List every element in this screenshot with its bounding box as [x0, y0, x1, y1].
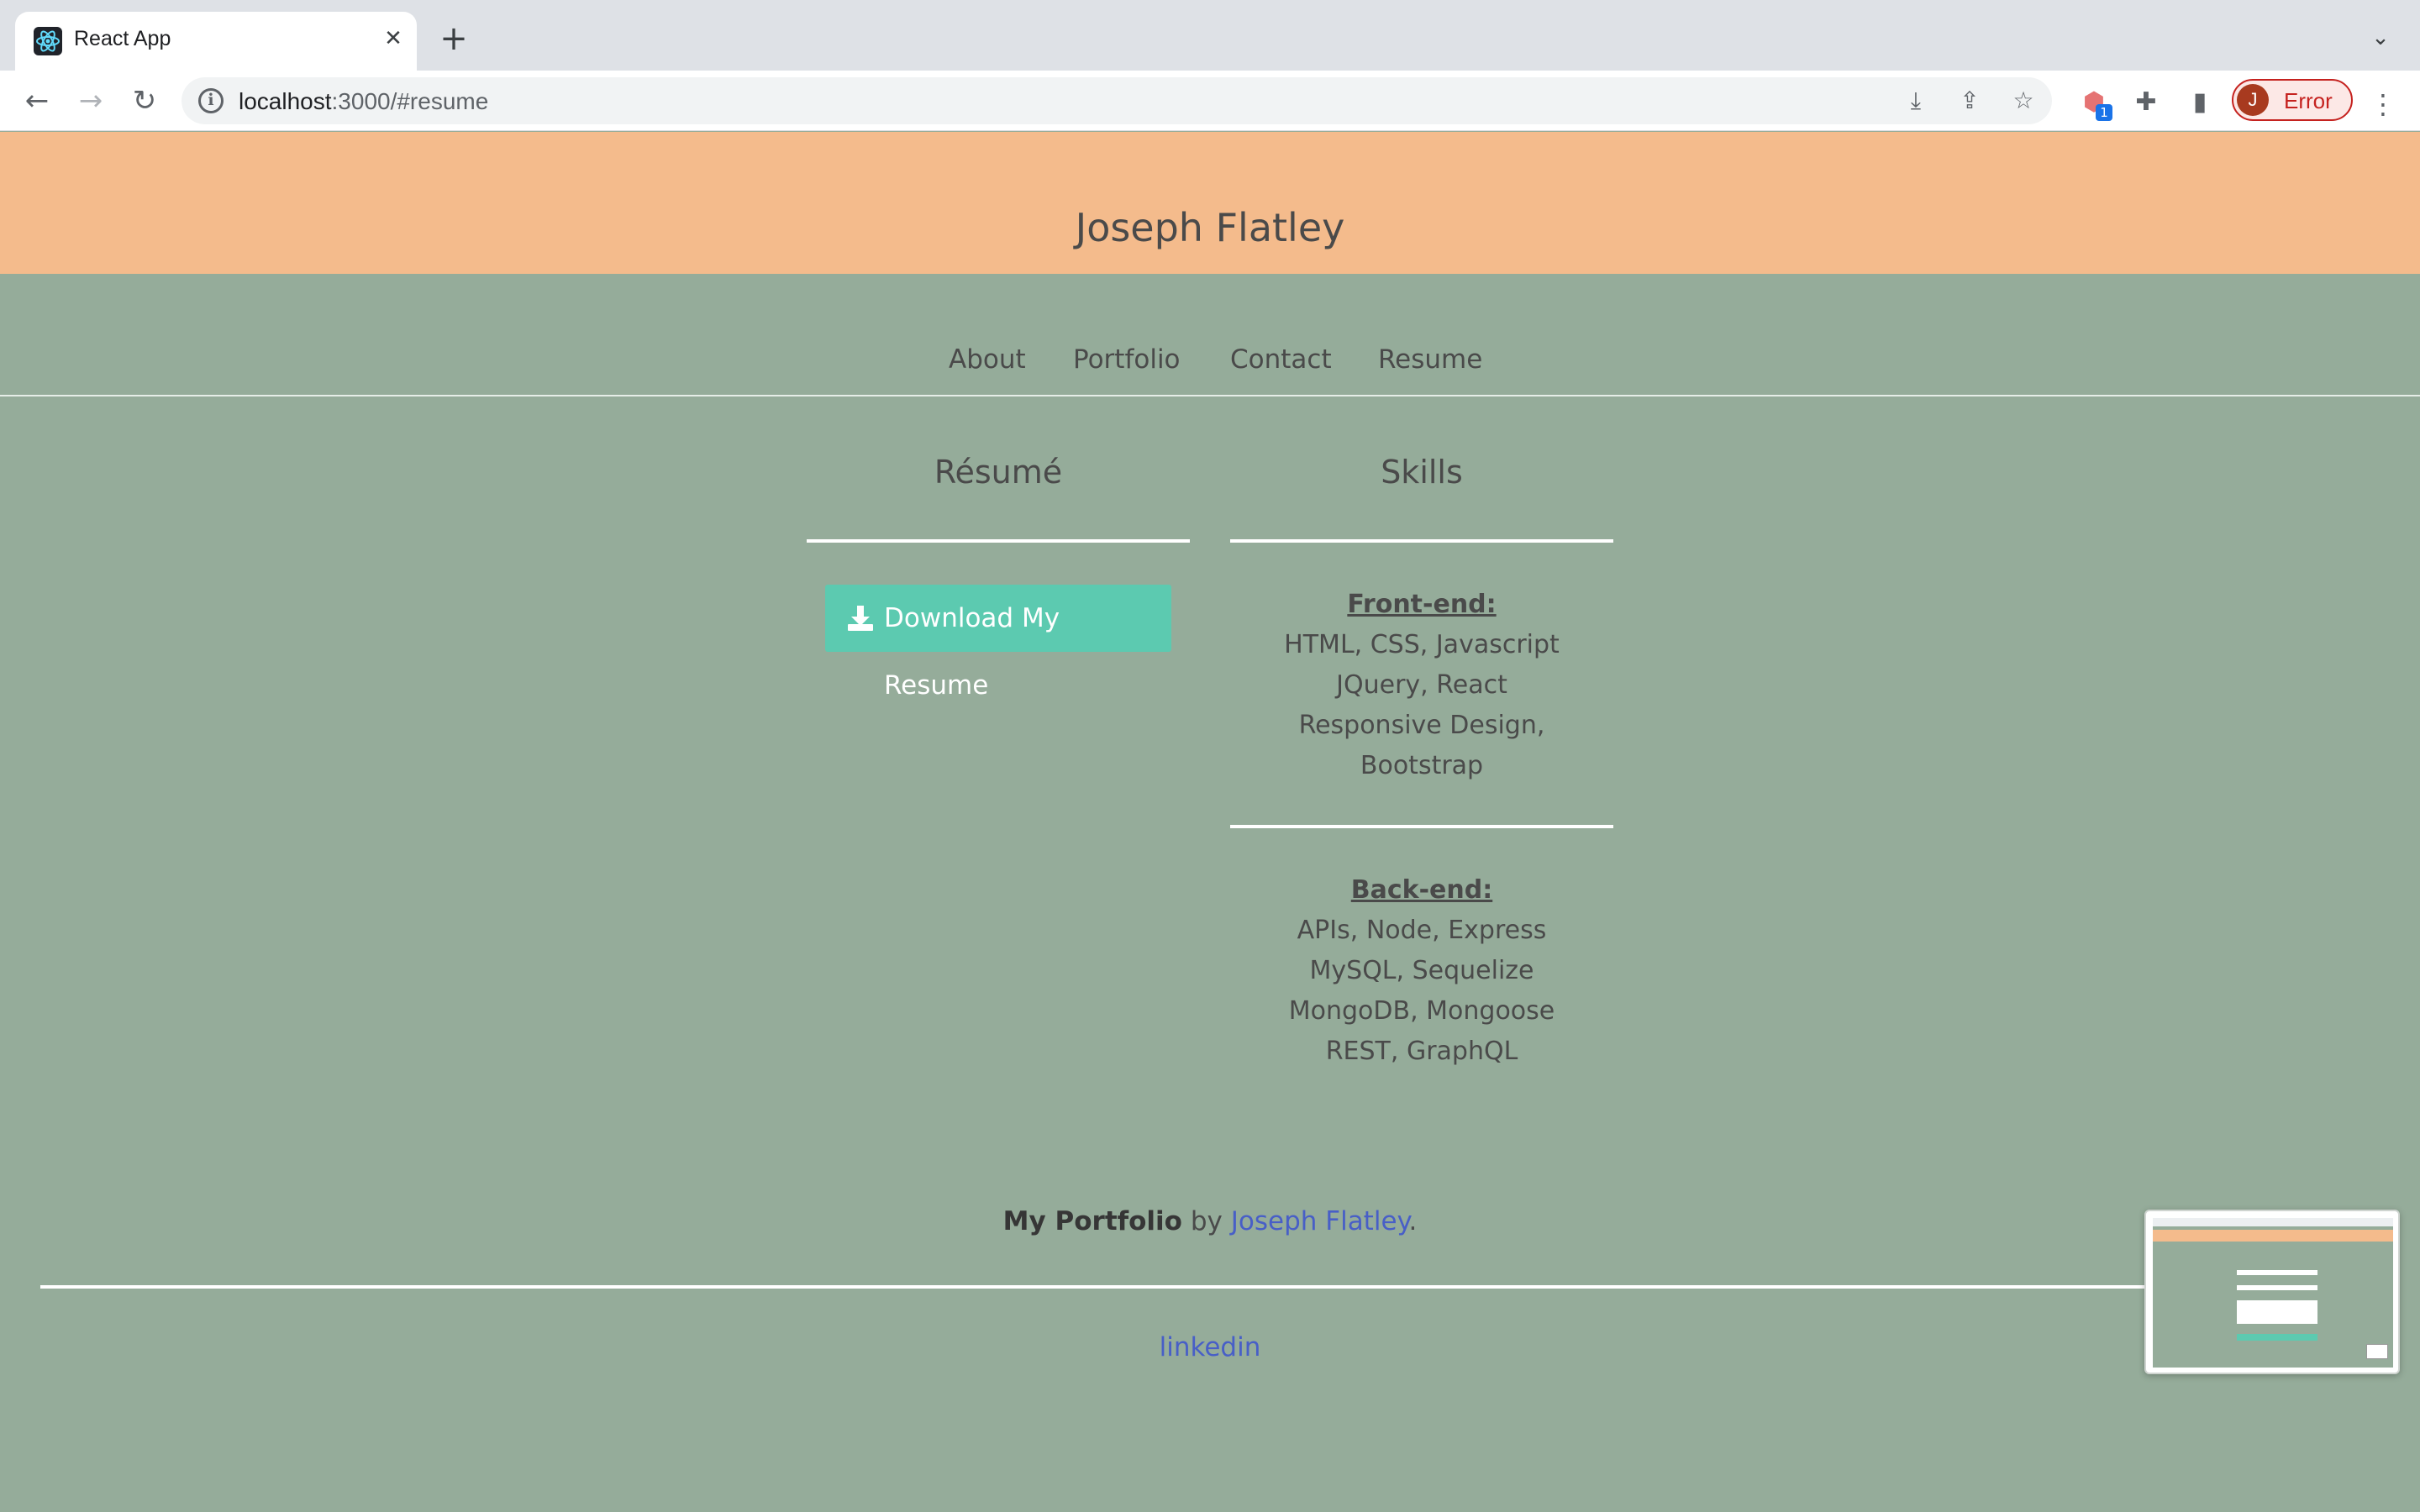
linkedin-link[interactable]: linkedin: [0, 1332, 2420, 1362]
thumbnail-field: [2237, 1270, 2317, 1275]
download-resume-label: Download My Resume: [884, 603, 1060, 701]
nav-divider: [0, 395, 2420, 396]
footer-brand: My Portfolio: [1002, 1206, 1182, 1236]
nav-resume[interactable]: Resume: [1378, 344, 1482, 375]
new-tab-button[interactable]: +: [435, 22, 472, 59]
footer-divider: [40, 1285, 2380, 1289]
frontend-skills: Front-end: HTML, CSS, Javascript JQuery,…: [1230, 585, 1613, 786]
tab-title: React App: [74, 27, 171, 50]
footer-credit: My Portfolio by Joseph Flatley.: [0, 1206, 2420, 1236]
skill-line: REST, GraphQL: [1325, 1037, 1518, 1066]
react-logo-icon: [34, 27, 62, 55]
skills-section-divider: [1230, 825, 1613, 828]
thumbnail-header: [2153, 1230, 2393, 1242]
nav-contact[interactable]: Contact: [1230, 344, 1332, 375]
nav-about[interactable]: About: [949, 344, 1026, 375]
nav-portfolio[interactable]: Portfolio: [1073, 344, 1181, 375]
skill-line: JQuery, React: [1336, 670, 1507, 700]
backend-skills: Back-end: APIs, Node, Express MySQL, Seq…: [1230, 870, 1613, 1072]
browser-tab-strip: React App ✕ + ⌄: [0, 0, 2420, 71]
chevron-down-icon[interactable]: ⌄: [2366, 25, 2395, 54]
footer-by: by: [1190, 1206, 1223, 1236]
download-resume-button[interactable]: Download My Resume: [825, 585, 1171, 701]
skill-line: Responsive Design,: [1298, 711, 1545, 740]
screenshot-thumbnail[interactable]: [2144, 1210, 2400, 1374]
thumbnail-textarea: [2237, 1300, 2317, 1324]
skill-line: MySQL, Sequelize: [1309, 956, 1534, 985]
footer-author-link[interactable]: Joseph Flatley: [1231, 1206, 1409, 1236]
browser-tab[interactable]: React App ✕: [15, 12, 417, 71]
skill-line: HTML, CSS, Javascript: [1284, 630, 1560, 659]
thumbnail-button: [2237, 1334, 2317, 1341]
resume-title: Résumé: [934, 454, 1063, 491]
resume-divider: [807, 539, 1190, 543]
thumbnail-mini: [2366, 1344, 2388, 1359]
site-title-wrap: Joseph Flatley: [0, 72, 2420, 250]
thumbnail-preview: [2153, 1218, 2393, 1368]
site-title: Joseph Flatley: [1075, 205, 1345, 250]
backend-heading: Back-end:: [1350, 875, 1493, 905]
skills-divider: [1230, 539, 1613, 543]
skill-line: Bootstrap: [1360, 751, 1484, 780]
skill-line: APIs, Node, Express: [1297, 916, 1547, 945]
thumbnail-chrome: [2153, 1218, 2393, 1226]
thumbnail-field: [2237, 1285, 2317, 1290]
download-icon: [848, 606, 873, 631]
skills-title: Skills: [1381, 454, 1463, 491]
close-icon[interactable]: ✕: [378, 24, 408, 54]
skill-line: MongoDB, Mongoose: [1288, 996, 1555, 1026]
footer-period: .: [1408, 1206, 1418, 1236]
frontend-heading: Front-end:: [1347, 590, 1497, 619]
main-nav: About Portfolio Contact Resume: [0, 344, 2420, 386]
